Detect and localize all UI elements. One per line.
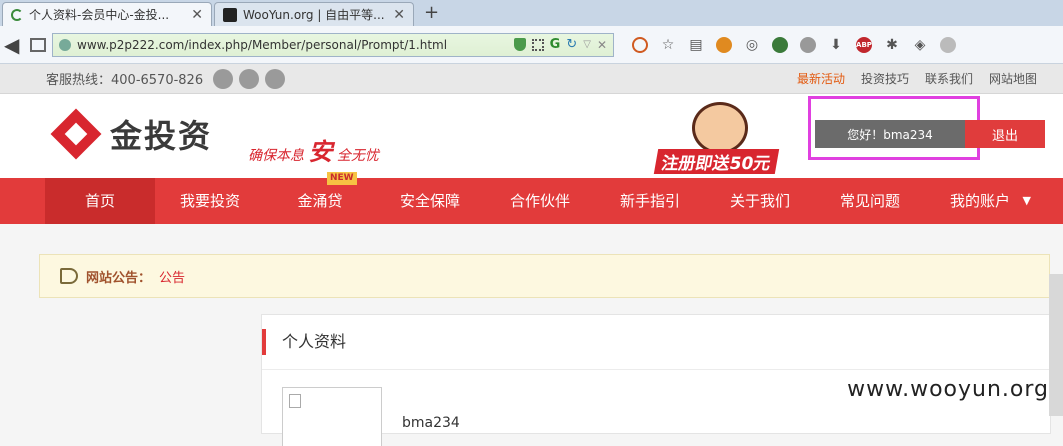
- profile-panel: 个人资料 bma234: [261, 314, 1051, 446]
- nav-label: 我要投资: [179, 192, 240, 210]
- more-icon[interactable]: [940, 36, 956, 53]
- username-text: bma234: [402, 415, 460, 431]
- world-icon[interactable]: [800, 36, 816, 53]
- logout-button[interactable]: 退出: [965, 120, 1045, 148]
- notice-label: 网站公告：: [86, 270, 152, 286]
- close-icon[interactable]: ✕: [393, 7, 405, 23]
- link-latest-activity[interactable]: 最新活动: [797, 70, 845, 87]
- speaker-icon: [60, 268, 78, 284]
- logo-text: 金投资: [110, 117, 213, 155]
- back-arrow-icon[interactable]: ◀: [4, 33, 24, 57]
- nav-item-jinyongdai[interactable]: 金涌贷 NEW: [265, 172, 375, 224]
- layers-icon[interactable]: ◈: [912, 37, 928, 53]
- chevron-down-icon[interactable]: ▽: [583, 39, 591, 50]
- browser-tabbar: 个人资料-会员中心-金投... ✕ WooYun.org | 自由平等... ✕…: [0, 0, 1063, 26]
- slogan: 确保本息 安 全无忧: [248, 132, 379, 167]
- avatar[interactable]: [282, 387, 382, 446]
- green-ball-icon[interactable]: [772, 36, 788, 53]
- address-bar[interactable]: www.p2p222.com/index.php/Member/personal…: [52, 32, 614, 57]
- bug-icon[interactable]: ✱: [884, 37, 900, 53]
- fox-icon[interactable]: [716, 36, 732, 53]
- abp-icon[interactable]: ABP: [856, 36, 872, 53]
- scrollbar[interactable]: [1049, 274, 1063, 416]
- nav-item-partners[interactable]: 合作伙伴: [485, 178, 595, 224]
- weibo-icon[interactable]: [239, 68, 260, 89]
- new-tab-button[interactable]: +: [416, 2, 447, 26]
- stop-icon[interactable]: ✕: [597, 38, 607, 52]
- promo-banner[interactable]: 注册即送50元: [653, 102, 794, 176]
- page-content: 网站公告： 公告 个人资料 bma234 www.wooyun.org: [0, 224, 1063, 446]
- top-links: 最新活动 投资技巧 联系我们 网站地图: [797, 70, 1037, 87]
- browser-navbar: ◀ www.p2p222.com/index.php/Member/person…: [0, 26, 1063, 64]
- star-icon[interactable]: ☆: [660, 37, 676, 53]
- nav-label: 合作伙伴: [509, 192, 570, 210]
- apps-grid-icon[interactable]: [30, 37, 46, 52]
- shield-icon[interactable]: [513, 38, 526, 51]
- nav-item-home[interactable]: 首页: [45, 178, 155, 224]
- caret-down-icon[interactable]: ▼: [1023, 178, 1031, 224]
- nav-item-my-account[interactable]: 我的账户: [925, 178, 1035, 224]
- new-badge: NEW: [327, 172, 357, 185]
- site-header: 金投资 确保本息 安 全无忧 注册即送50元 您好！bma234 退出: [0, 94, 1063, 178]
- nav-item-invest[interactable]: 我要投资: [155, 178, 265, 224]
- tab-title: 个人资料-会员中心-金投...: [29, 8, 170, 22]
- wechat-icon[interactable]: [213, 68, 234, 89]
- link-sitemap[interactable]: 网站地图: [989, 70, 1037, 87]
- site-logo[interactable]: 金投资: [50, 108, 212, 160]
- palette-icon[interactable]: ◎: [744, 37, 760, 53]
- nav-label: 我的账户: [949, 192, 1010, 210]
- download-icon[interactable]: ⬇: [828, 37, 844, 53]
- toolbar-icons: ☆ ▤ ◎ ⬇ ABP ✱ ◈: [632, 36, 956, 53]
- globe-icon: [59, 38, 71, 51]
- user-group-icon[interactable]: [265, 68, 286, 89]
- link-contact-us[interactable]: 联系我们: [925, 70, 973, 87]
- loading-icon: [11, 8, 23, 21]
- close-icon[interactable]: ✕: [191, 7, 203, 23]
- slogan-part-b: 全无忧: [336, 148, 379, 164]
- broken-image-icon: [289, 394, 301, 408]
- wooyun-icon: [223, 7, 237, 22]
- hotline-text: 客服热线：400-6570-826: [46, 73, 204, 88]
- logo-mark-icon: [50, 108, 102, 160]
- nav-item-security[interactable]: 安全保障: [375, 178, 485, 224]
- site-top-bar: 客服热线：400-6570-826 最新活动 投资技巧 联系我们 网站地图: [0, 64, 1063, 94]
- divider: [262, 369, 1050, 370]
- main-nav: 首页 我要投资 金涌贷 NEW 安全保障 合作伙伴 新手指引 关于我们 常见问题 …: [0, 172, 1063, 224]
- slogan-big: 安: [308, 138, 333, 166]
- watermark: www.wooyun.org: [847, 377, 1049, 402]
- mascot-face-icon: [692, 102, 748, 154]
- block-icon[interactable]: [632, 36, 648, 53]
- social-icons: [213, 68, 286, 89]
- refresh-icon[interactable]: ↻: [566, 37, 577, 52]
- nav-item-guide[interactable]: 新手指引: [595, 178, 705, 224]
- tab-title: WooYun.org | 自由平等...: [243, 8, 385, 22]
- nav-item-about[interactable]: 关于我们: [705, 178, 815, 224]
- browser-tab-wooyun[interactable]: WooYun.org | 自由平等... ✕: [214, 2, 414, 26]
- nav-label: 安全保障: [399, 192, 460, 210]
- user-greeting[interactable]: 您好！bma234: [815, 120, 965, 148]
- nav-label: 金涌贷: [297, 192, 343, 210]
- nav-label: 常见问题: [839, 192, 900, 210]
- g-icon[interactable]: G: [550, 37, 561, 52]
- slogan-part-a: 确保本息: [248, 148, 304, 164]
- url-text[interactable]: www.p2p222.com/index.php/Member/personal…: [77, 38, 508, 52]
- nav-label: 关于我们: [729, 192, 790, 210]
- site-notice: 网站公告： 公告: [39, 254, 1050, 298]
- nav-label: 首页: [84, 192, 115, 210]
- nav-item-faq[interactable]: 常见问题: [815, 178, 925, 224]
- browser-tab-active[interactable]: 个人资料-会员中心-金投... ✕: [2, 2, 212, 26]
- reader-icon[interactable]: ▤: [688, 37, 704, 53]
- nav-label: 新手指引: [619, 192, 680, 210]
- promo-text: 注册即送50元: [653, 149, 779, 174]
- link-investment-tips[interactable]: 投资技巧: [861, 70, 909, 87]
- notice-link[interactable]: 公告: [159, 267, 185, 286]
- qr-code-icon[interactable]: [531, 38, 544, 51]
- page-title: 个人资料: [262, 329, 346, 355]
